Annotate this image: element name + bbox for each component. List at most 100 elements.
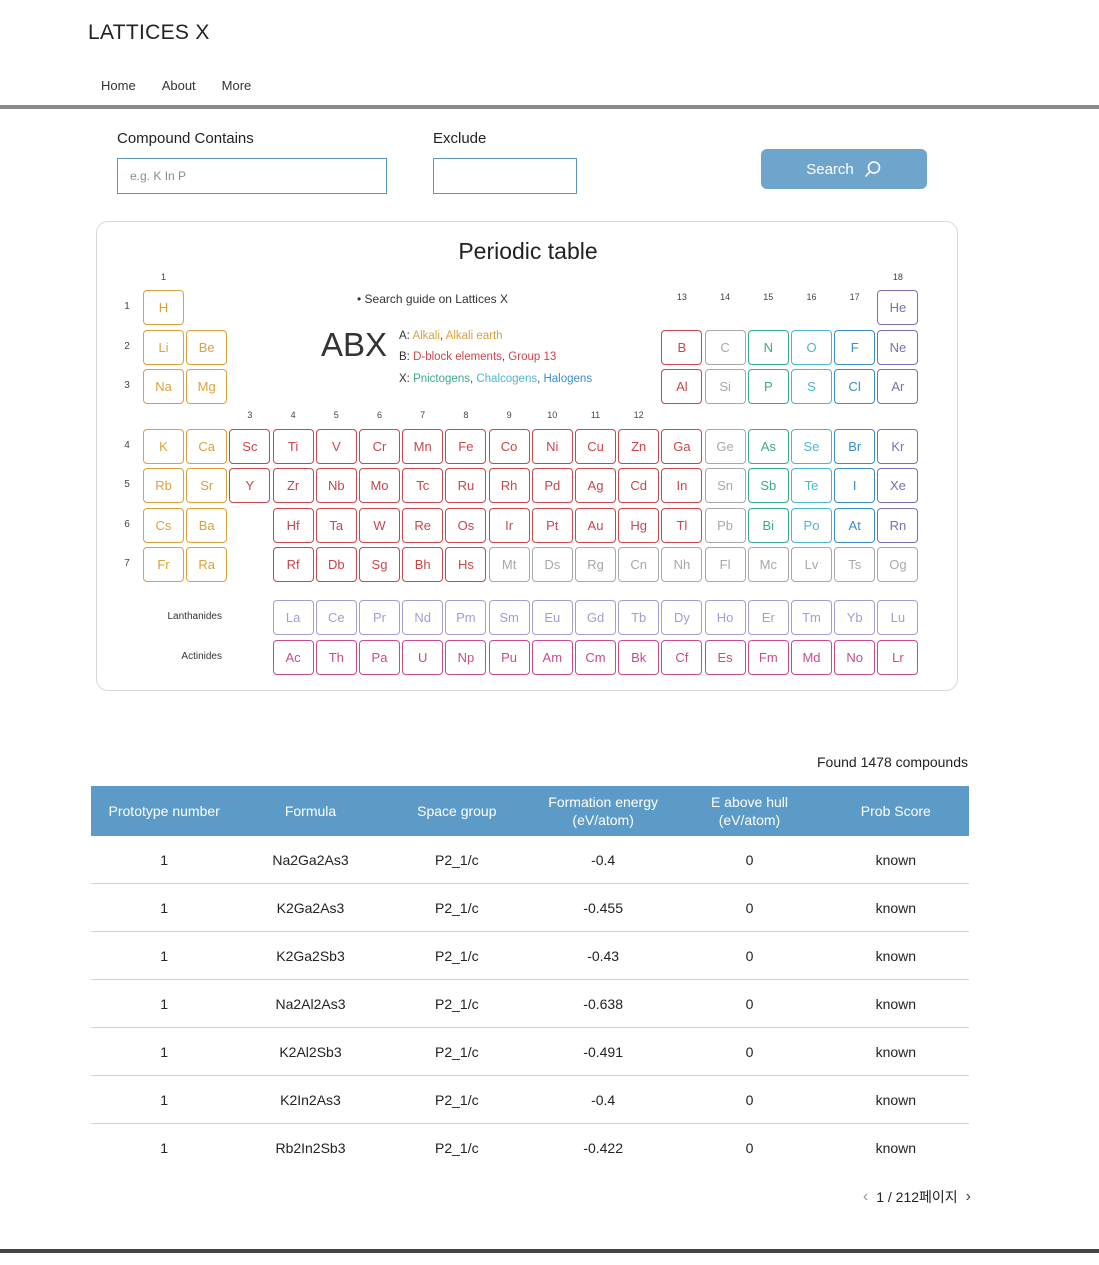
element-n[interactable]: N (747, 330, 789, 365)
element-sr[interactable]: Sr (186, 468, 228, 503)
element-f[interactable]: F (834, 330, 876, 365)
element-w[interactable]: W (359, 508, 400, 543)
element-ag[interactable]: Ag (575, 468, 616, 503)
element-ru[interactable]: Ru (445, 468, 487, 503)
element-p[interactable]: P (747, 369, 789, 404)
element-nh[interactable]: Nh (661, 547, 703, 582)
table-row[interactable]: 1 K2Ga2As3 P2_1/c -0.455 0 known (91, 883, 969, 932)
element-u[interactable]: U (402, 640, 444, 675)
element-si[interactable]: Si (704, 369, 746, 404)
element-pm[interactable]: Pm (445, 600, 487, 635)
search-button[interactable]: Search (761, 149, 927, 189)
element-nb[interactable]: Nb (315, 468, 357, 503)
column-header[interactable]: Formation energy (eV/atom) (529, 786, 677, 836)
element-fe[interactable]: Fe (445, 429, 487, 464)
element-es[interactable]: Es (704, 640, 746, 675)
element-nd[interactable]: Nd (402, 600, 444, 635)
element-au[interactable]: Au (575, 508, 616, 543)
element-ra[interactable]: Ra (186, 547, 228, 582)
element-og[interactable]: Og (877, 547, 919, 582)
table-row[interactable]: 1 K2In2As3 P2_1/c -0.4 0 known (91, 1075, 969, 1124)
element-ga[interactable]: Ga (661, 429, 703, 464)
element-li[interactable]: Li (143, 330, 184, 365)
element-ti[interactable]: Ti (272, 429, 314, 464)
element-tl[interactable]: Tl (661, 508, 703, 543)
element-co[interactable]: Co (488, 429, 530, 464)
element-pu[interactable]: Pu (488, 640, 530, 675)
element-lr[interactable]: Lr (877, 640, 919, 675)
element-tm[interactable]: Tm (791, 600, 832, 635)
prev-page-icon[interactable]: ‹ (863, 1188, 868, 1206)
element-at[interactable]: At (834, 508, 876, 543)
element-pr[interactable]: Pr (359, 600, 400, 635)
element-ir[interactable]: Ir (488, 508, 530, 543)
element-pb[interactable]: Pb (704, 508, 746, 543)
element-cl[interactable]: Cl (834, 369, 876, 404)
element-pt[interactable]: Pt (531, 508, 573, 543)
element-cn[interactable]: Cn (618, 547, 660, 582)
element-se[interactable]: Se (791, 429, 832, 464)
element-pa[interactable]: Pa (359, 640, 400, 675)
element-bh[interactable]: Bh (402, 547, 444, 582)
next-page-icon[interactable]: › (966, 1188, 971, 1206)
element-mg[interactable]: Mg (186, 369, 228, 404)
element-br[interactable]: Br (834, 429, 876, 464)
element-kr[interactable]: Kr (877, 429, 919, 464)
element-ni[interactable]: Ni (531, 429, 573, 464)
element-yb[interactable]: Yb (834, 600, 876, 635)
element-ho[interactable]: Ho (704, 600, 746, 635)
element-o[interactable]: O (791, 330, 832, 365)
element-ca[interactable]: Ca (186, 429, 228, 464)
column-header[interactable]: Prototype number (91, 786, 238, 836)
element-cs[interactable]: Cs (143, 508, 184, 543)
element-am[interactable]: Am (531, 640, 573, 675)
element-la[interactable]: La (272, 600, 314, 635)
element-i[interactable]: I (834, 468, 876, 503)
element-rh[interactable]: Rh (488, 468, 530, 503)
element-mo[interactable]: Mo (359, 468, 400, 503)
element-rg[interactable]: Rg (575, 547, 616, 582)
element-lu[interactable]: Lu (877, 600, 919, 635)
element-md[interactable]: Md (791, 640, 832, 675)
element-eu[interactable]: Eu (531, 600, 573, 635)
table-row[interactable]: 1 K2Al2Sb3 P2_1/c -0.491 0 known (91, 1027, 969, 1076)
element-ne[interactable]: Ne (877, 330, 919, 365)
element-ac[interactable]: Ac (272, 640, 314, 675)
element-v[interactable]: V (315, 429, 357, 464)
element-rf[interactable]: Rf (272, 547, 314, 582)
element-cf[interactable]: Cf (661, 640, 703, 675)
element-ts[interactable]: Ts (834, 547, 876, 582)
element-bi[interactable]: Bi (747, 508, 789, 543)
element-cd[interactable]: Cd (618, 468, 660, 503)
element-tb[interactable]: Tb (618, 600, 660, 635)
element-ge[interactable]: Ge (704, 429, 746, 464)
element-ta[interactable]: Ta (315, 508, 357, 543)
element-sb[interactable]: Sb (747, 468, 789, 503)
element-re[interactable]: Re (402, 508, 444, 543)
element-zr[interactable]: Zr (272, 468, 314, 503)
element-mt[interactable]: Mt (488, 547, 530, 582)
element-sg[interactable]: Sg (359, 547, 400, 582)
element-h[interactable]: H (143, 290, 184, 325)
element-k[interactable]: K (143, 429, 184, 464)
element-xe[interactable]: Xe (877, 468, 919, 503)
element-tc[interactable]: Tc (402, 468, 444, 503)
table-row[interactable]: 1 Rb2In2Sb3 P2_1/c -0.422 0 known (91, 1124, 969, 1172)
element-fr[interactable]: Fr (143, 547, 184, 582)
element-he[interactable]: He (877, 290, 919, 325)
element-c[interactable]: C (704, 330, 746, 365)
element-cm[interactable]: Cm (575, 640, 616, 675)
element-sm[interactable]: Sm (488, 600, 530, 635)
element-ba[interactable]: Ba (186, 508, 228, 543)
element-fl[interactable]: Fl (704, 547, 746, 582)
element-rb[interactable]: Rb (143, 468, 184, 503)
element-ar[interactable]: Ar (877, 369, 919, 404)
nav-about[interactable]: About (162, 78, 196, 93)
element-na[interactable]: Na (143, 369, 184, 404)
element-mn[interactable]: Mn (402, 429, 444, 464)
column-header[interactable]: E above hull (eV/atom) (676, 786, 823, 836)
element-lv[interactable]: Lv (791, 547, 832, 582)
element-al[interactable]: Al (661, 369, 703, 404)
compound-contains-input[interactable] (117, 158, 387, 194)
table-row[interactable]: 1 K2Ga2Sb3 P2_1/c -0.43 0 known (91, 931, 969, 980)
